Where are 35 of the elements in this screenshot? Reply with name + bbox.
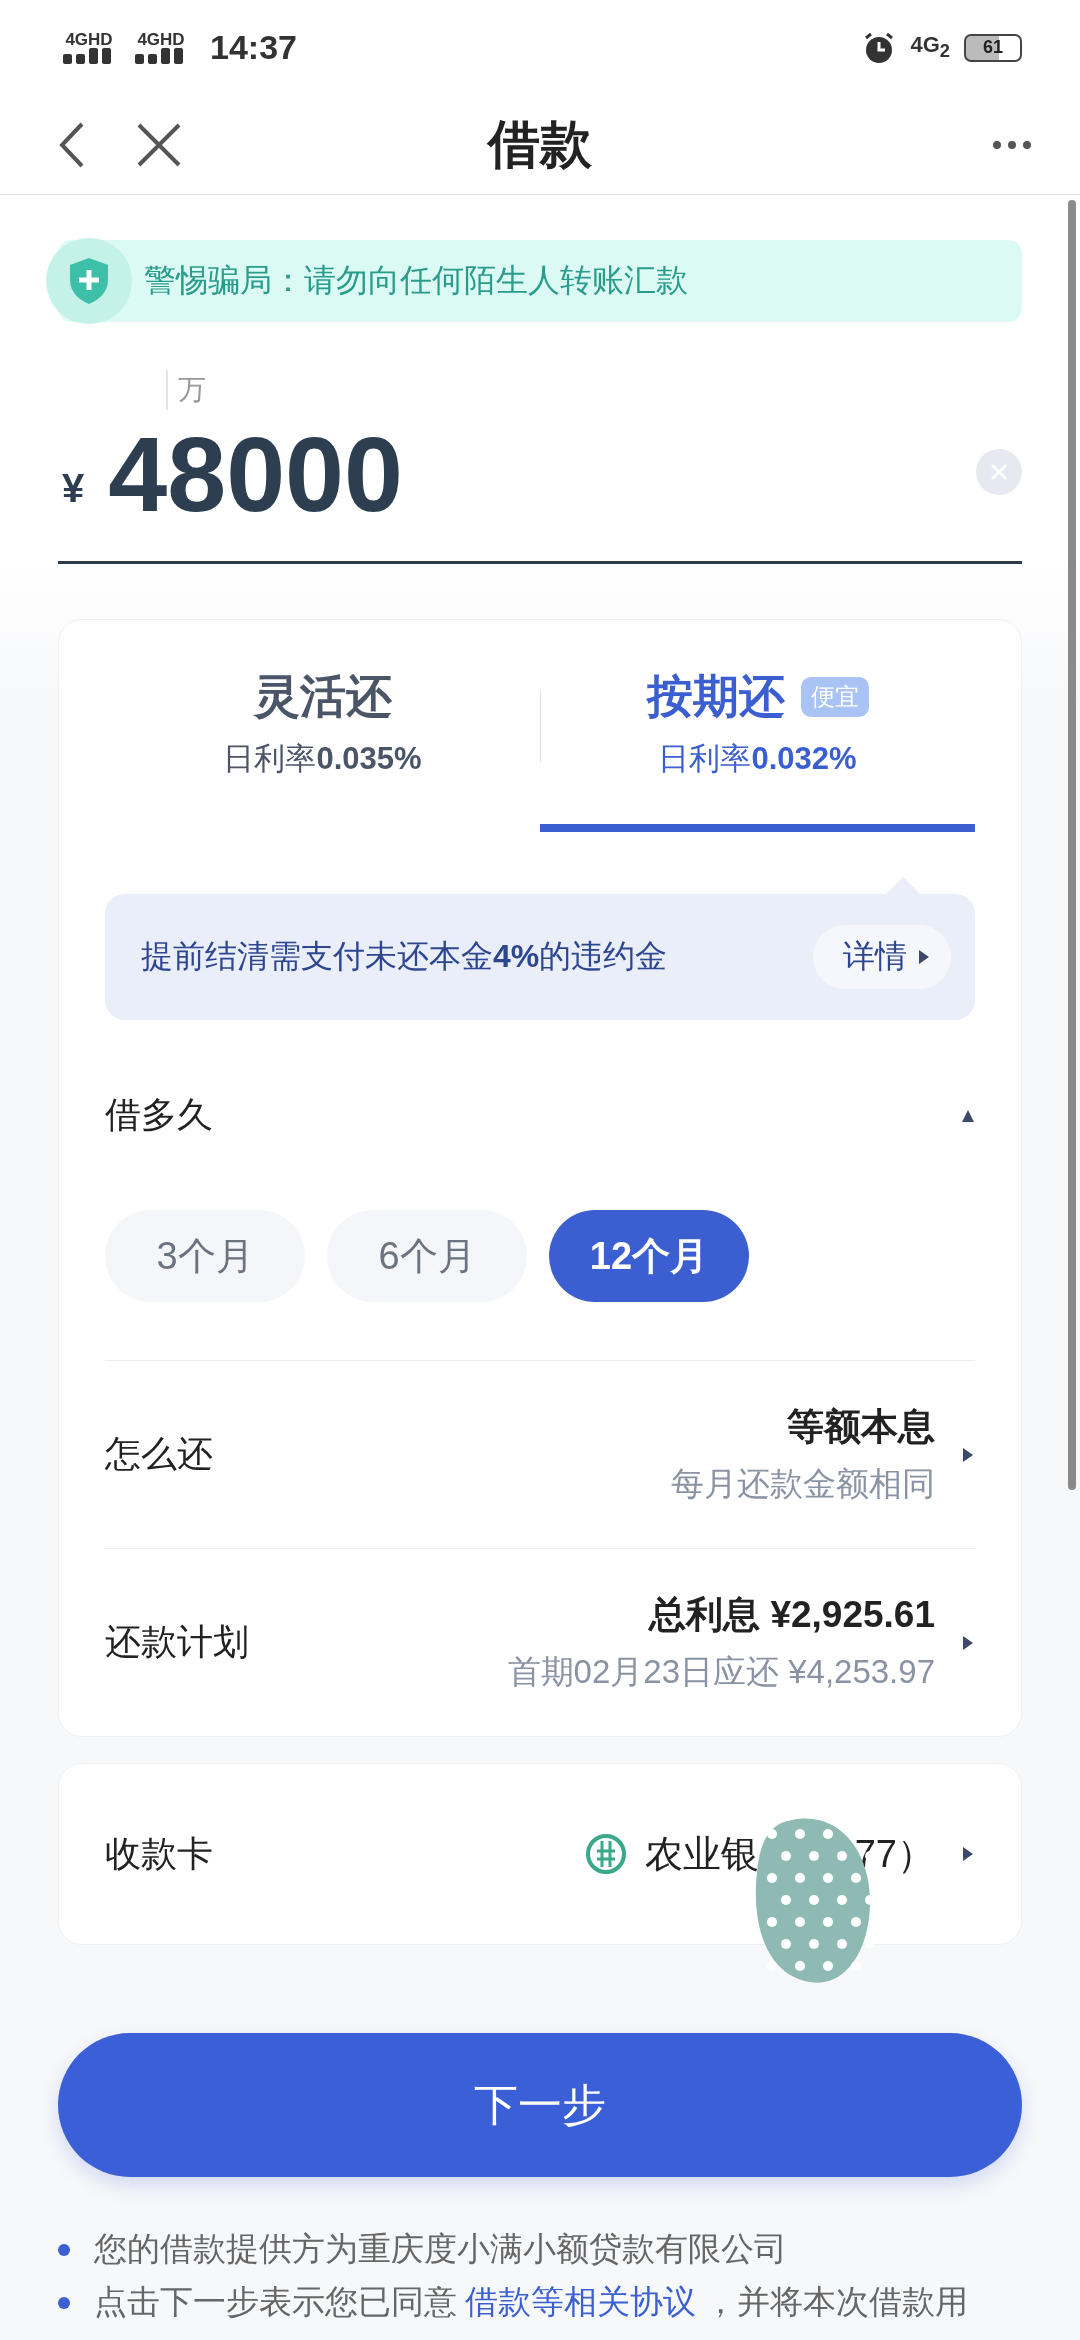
more-button[interactable]: [992, 139, 1032, 150]
disclaimer-text: 点击下一步表示您已同意 借款等相关协议 ，并将本次借款用: [94, 2282, 968, 2322]
network-label: 4G$_{2}$: [910, 32, 950, 63]
repay-tab[interactable]: 按期还 便宜 日利率0.032%: [540, 620, 975, 832]
term-option[interactable]: 3个月: [105, 1210, 305, 1302]
caret-icon: [917, 948, 931, 966]
unit-hint: 万: [166, 370, 206, 410]
bank-name: 农业银: [644, 1831, 759, 1877]
caret-icon: [961, 1633, 975, 1652]
battery-indicator: 61: [964, 33, 1022, 62]
notice-text: 提前结清需支付未还本金4%的违约金: [141, 937, 668, 976]
page-title: 借款: [488, 113, 592, 175]
details-button[interactable]: 详情: [813, 925, 951, 989]
network-label: 4GHD: [65, 31, 113, 48]
caret-icon: [961, 1845, 975, 1863]
next-step-button[interactable]: 下一步: [58, 2033, 1022, 2177]
cheap-badge: 便宜: [800, 677, 869, 717]
repay-tab[interactable]: 灵活还 日利率0.035%: [105, 620, 540, 832]
disclaimer-text: 您的借款提供方为重庆度小满小额贷款有限公司: [94, 2229, 787, 2269]
term-option[interactable]: 12个月: [549, 1210, 749, 1302]
network-label: 4GHD: [137, 31, 185, 48]
caret-icon: [961, 1445, 975, 1464]
agreement-link[interactable]: 借款等相关协议: [465, 2283, 696, 2320]
bullet-icon: [58, 2296, 70, 2309]
bullet-icon: [58, 2243, 70, 2256]
card-label: 收款卡: [105, 1831, 213, 1876]
alert-text: 警惕骗局：请勿向任何陌生人转账汇款: [144, 261, 688, 300]
close-button[interactable]: [136, 121, 182, 168]
status-time: 14:37: [210, 28, 297, 67]
term-option[interactable]: 6个月: [327, 1210, 527, 1302]
settings-row[interactable]: 还款计划 总利息 ¥2,925.61 首期02月23日应还 ¥4,253.97: [105, 1548, 975, 1736]
bank-logo-icon: [584, 1833, 627, 1875]
amount-field[interactable]: ¥ 48000: [58, 404, 1022, 564]
settings-row[interactable]: 怎么还 等额本息 每月还款金额相同: [105, 1360, 975, 1548]
term-label: 借多久: [105, 1092, 213, 1137]
